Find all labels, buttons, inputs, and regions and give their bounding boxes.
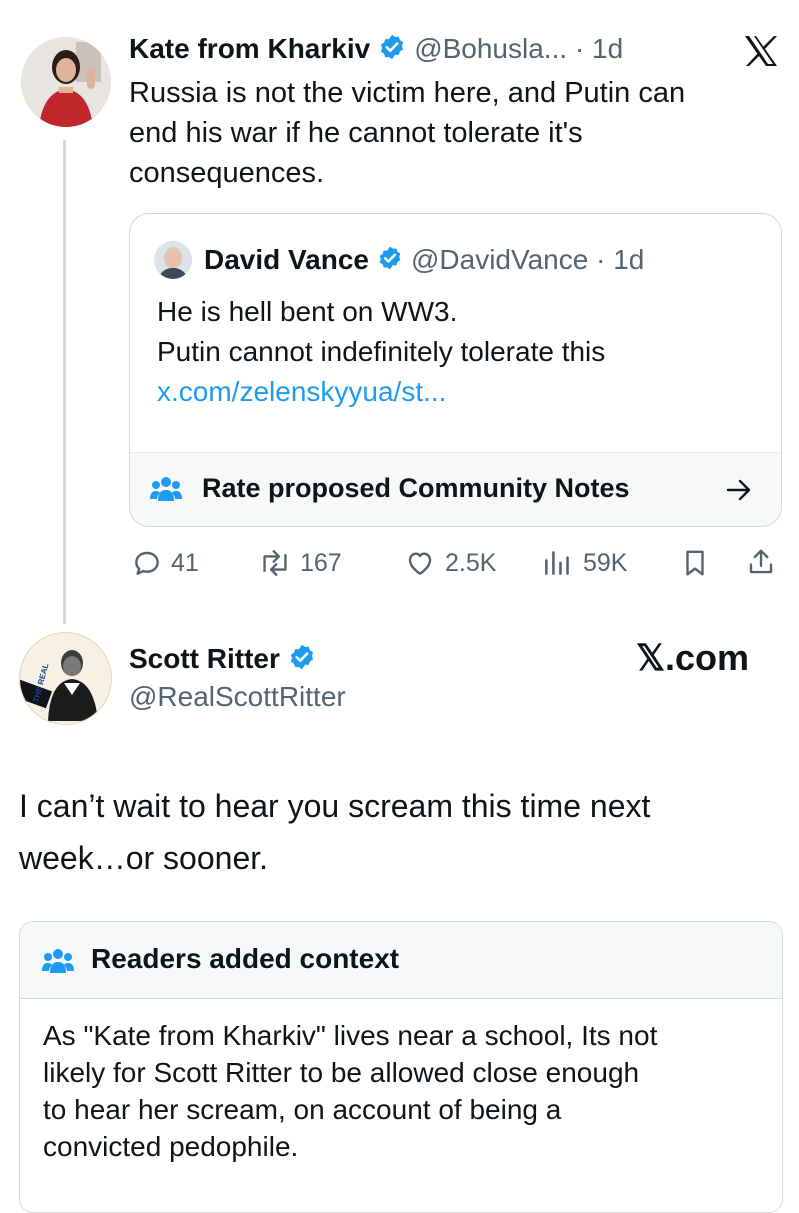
reply-icon bbox=[131, 547, 163, 579]
main-body-line: week…or sooner. bbox=[19, 840, 269, 876]
community-note-box: Readers added context As "Kate from Khar… bbox=[19, 921, 783, 1213]
repost-icon bbox=[258, 547, 292, 579]
verified-badge-icon bbox=[378, 33, 406, 66]
main-body-line: I can’t wait to hear you scream this tim… bbox=[19, 788, 651, 824]
reply-header: Kate from Kharkiv @Bohusla... · 1d bbox=[129, 30, 623, 68]
repost-count: 167 bbox=[300, 548, 342, 577]
quote-body-line: He is hell bent on WW3. bbox=[157, 296, 458, 327]
community-notes-icon bbox=[150, 475, 182, 508]
repost-action[interactable]: 167 bbox=[258, 546, 342, 580]
main-author-name[interactable]: Scott Ritter bbox=[129, 643, 280, 675]
quoted-tweet-card[interactable]: David Vance @DavidVance · 1d He is hell … bbox=[129, 213, 782, 527]
community-note-line: to hear her scream, on account of being … bbox=[43, 1094, 562, 1125]
reply-count: 41 bbox=[171, 548, 199, 577]
rate-community-notes-label[interactable]: Rate proposed Community Notes bbox=[202, 473, 630, 504]
community-note-body: As "Kate from Kharkiv" lives near a scho… bbox=[43, 1017, 773, 1165]
arrow-right-icon[interactable] bbox=[725, 477, 753, 508]
quote-header: David Vance @DavidVance · 1d bbox=[204, 241, 644, 279]
quote-link[interactable]: x.com/zelenskyyua/st... bbox=[157, 372, 757, 412]
community-note-line: convicted pedophile. bbox=[43, 1131, 299, 1162]
community-note-line: likely for Scott Ritter to be allowed cl… bbox=[43, 1057, 640, 1088]
rate-community-notes-bar[interactable]: Rate proposed Community Notes bbox=[130, 452, 781, 526]
reply-handle-time[interactable]: @Bohusla... · 1d bbox=[414, 33, 623, 65]
david-vance-avatar[interactable] bbox=[154, 241, 192, 279]
like-count: 2.5K bbox=[445, 548, 497, 577]
reply-body: Russia is not the victim here, and Putin… bbox=[129, 73, 769, 193]
views-icon bbox=[541, 547, 573, 579]
reply-body-line: Russia is not the victim here, and Putin… bbox=[129, 77, 686, 109]
main-body: I can’t wait to hear you scream this tim… bbox=[19, 780, 779, 884]
verified-badge-icon bbox=[377, 245, 403, 276]
community-note-title: Readers added context bbox=[91, 943, 400, 974]
community-note-header[interactable]: Readers added context bbox=[20, 922, 782, 999]
scott-ritter-avatar[interactable]: THE REAL bbox=[19, 632, 112, 725]
reply-body-line: consequences. bbox=[129, 157, 325, 189]
quote-body-line: Putin cannot indefinitely tolerate this bbox=[157, 336, 606, 367]
kate-avatar[interactable] bbox=[21, 37, 111, 127]
bookmark-icon[interactable] bbox=[680, 547, 710, 584]
x-com-brand: 𝕏.com bbox=[636, 637, 750, 678]
views-count: 59K bbox=[583, 548, 628, 577]
community-note-line: As "Kate from Kharkiv" lives near a scho… bbox=[43, 1020, 658, 1051]
reply-body-line: end his war if he cannot tolerate it's bbox=[129, 117, 583, 149]
quote-handle-time[interactable]: @DavidVance · 1d bbox=[411, 244, 644, 276]
views-action[interactable]: 59K bbox=[541, 546, 627, 580]
heart-icon bbox=[403, 547, 437, 579]
main-header: Scott Ritter bbox=[129, 640, 316, 678]
quote-body: He is hell bent on WW3. Putin cannot ind… bbox=[157, 292, 757, 412]
share-icon[interactable] bbox=[746, 546, 776, 583]
community-notes-icon bbox=[42, 947, 74, 980]
quote-author-name[interactable]: David Vance bbox=[204, 244, 369, 276]
reply-action[interactable]: 41 bbox=[131, 546, 199, 580]
thread-line bbox=[63, 140, 66, 624]
reply-author-name[interactable]: Kate from Kharkiv bbox=[129, 33, 370, 65]
verified-badge-icon bbox=[288, 643, 316, 676]
x-logo-icon[interactable] bbox=[743, 34, 779, 68]
like-action[interactable]: 2.5K bbox=[403, 546, 496, 580]
main-handle[interactable]: @RealScottRitter bbox=[129, 681, 346, 713]
